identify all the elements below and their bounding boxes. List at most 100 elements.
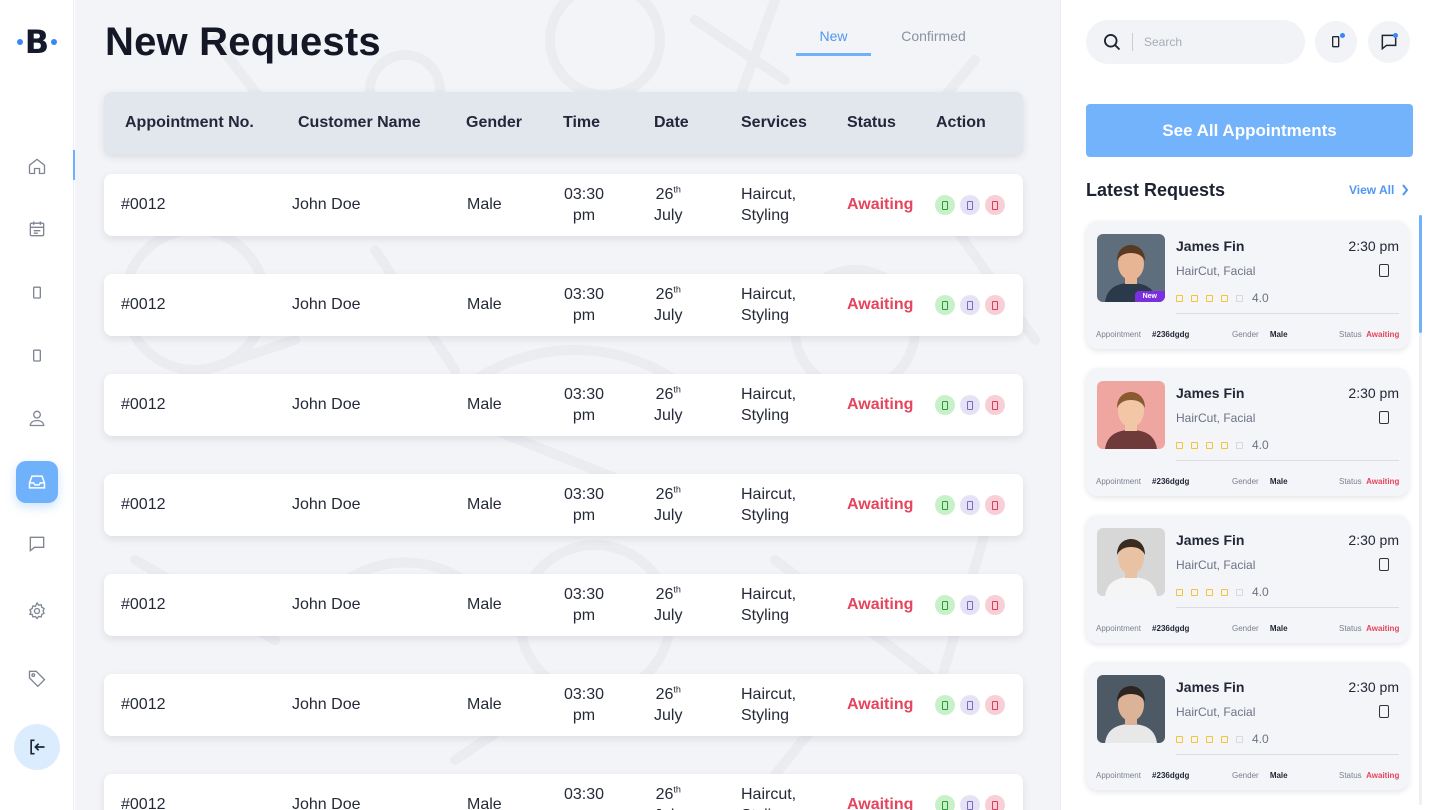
logo-dot-left: [16, 39, 23, 45]
services: Haircut, Styling: [741, 574, 796, 636]
delete-button[interactable]: [985, 395, 1005, 415]
gender: Male: [467, 596, 502, 613]
nav-tablet[interactable]: [16, 335, 58, 377]
gender: Male: [467, 396, 502, 413]
notification-dot: [1340, 33, 1345, 38]
confirm-button[interactable]: [935, 395, 955, 415]
table-row[interactable]: #0012John DoeMale03:30pm26thJulyHaircut,…: [104, 474, 1023, 536]
delete-icon: [992, 400, 998, 410]
tab-new[interactable]: New: [796, 26, 871, 56]
status-cell: Awaiting: [847, 474, 913, 536]
request-card[interactable]: James Fin 2:30 pm HairCut, Facial 4.0 Appoin…: [1086, 515, 1409, 643]
column-appointment-no[interactable]: Appointment No.: [125, 92, 254, 154]
column-action[interactable]: Action: [936, 92, 986, 154]
phone-icon[interactable]: [1379, 411, 1389, 424]
service-1: Haircut,: [741, 386, 797, 403]
date-day: 26th: [656, 784, 681, 805]
divider: [1176, 754, 1399, 755]
table-row[interactable]: #0012John DoeMale03:30pm26thJulyHaircut,…: [104, 574, 1023, 636]
day-number: 26: [655, 586, 674, 603]
appointment-time: 03:30 pm: [564, 374, 604, 436]
star-icon: [1236, 441, 1243, 449]
request-card[interactable]: James Fin 2:30 pm HairCut, Facial 4.0 Appoin…: [1086, 662, 1409, 790]
see-all-appointments-button[interactable]: See All Appointments: [1086, 104, 1413, 157]
edit-button[interactable]: [960, 195, 980, 215]
status-label: Status: [1339, 477, 1362, 486]
delete-button[interactable]: [985, 795, 1005, 810]
nav-settings[interactable]: [16, 590, 58, 632]
delete-button[interactable]: [985, 495, 1005, 515]
table-row[interactable]: #0012John DoeMale03:30pm26thJulyHaircut,…: [104, 374, 1023, 436]
edit-button[interactable]: [960, 395, 980, 415]
appointment-id: #236dgdg: [1152, 330, 1190, 339]
confirm-button[interactable]: [935, 595, 955, 615]
edit-button[interactable]: [960, 795, 980, 810]
messages-button[interactable]: [1368, 21, 1410, 63]
column-date[interactable]: Date: [654, 92, 689, 154]
edit-button[interactable]: [960, 295, 980, 315]
request-card[interactable]: New James Fin 2:30 pm HairCut, Facial 4.0 App…: [1086, 221, 1409, 349]
request-time: 2:30 pm: [1348, 532, 1399, 548]
column-time[interactable]: Time: [563, 92, 600, 154]
date-month: July: [654, 707, 683, 724]
gender-value: Male: [1269, 477, 1288, 486]
confirm-button[interactable]: [935, 295, 955, 315]
confirm-button[interactable]: [935, 495, 955, 515]
delete-icon: [992, 300, 998, 310]
sidebar: B: [0, 0, 75, 810]
date-day: 26th: [656, 184, 681, 205]
nav-calendar[interactable]: [16, 208, 58, 250]
table-row[interactable]: #0012John DoeMale03:30pm26thJulyHaircut,…: [104, 774, 1023, 810]
search-input[interactable]: [1144, 35, 1284, 49]
phone-icon[interactable]: [1379, 264, 1389, 277]
confirm-icon: [942, 500, 948, 510]
scrollbar-thumb[interactable]: [1419, 215, 1422, 333]
table-row[interactable]: #0012John DoeMale03:30pm26thJulyHaircut,…: [104, 674, 1023, 736]
day-suffix: th: [673, 584, 681, 595]
delete-button[interactable]: [985, 595, 1005, 615]
column-services[interactable]: Services: [741, 92, 807, 154]
column-gender[interactable]: Gender: [466, 92, 522, 154]
day-suffix: th: [673, 184, 681, 195]
request-card[interactable]: James Fin 2:30 pm HairCut, Facial 4.0 Appoin…: [1086, 368, 1409, 496]
phone-icon[interactable]: [1379, 705, 1389, 718]
table-row[interactable]: #0012John DoeMale03:30pm26thJulyHaircut,…: [104, 174, 1023, 236]
request-time: 2:30 pm: [1348, 385, 1399, 401]
logout-button[interactable]: [14, 724, 60, 770]
view-all-link[interactable]: View All: [1349, 183, 1409, 197]
table-row[interactable]: #0012John DoeMale03:30pm26thJulyHaircut,…: [104, 274, 1023, 336]
star-icon: [1191, 735, 1198, 743]
nav-user[interactable]: [16, 397, 58, 439]
nav-home[interactable]: [16, 145, 58, 187]
nav-inbox[interactable]: [16, 461, 58, 503]
brand-logo[interactable]: B: [14, 24, 60, 60]
phone-icon[interactable]: [1379, 558, 1389, 571]
column-status[interactable]: Status: [847, 92, 896, 154]
delete-button[interactable]: [985, 695, 1005, 715]
notifications-button[interactable]: [1315, 21, 1357, 63]
gender: Male: [467, 496, 502, 513]
appointment-no: #0012: [121, 796, 166, 810]
nav-tags[interactable]: [16, 657, 58, 699]
day-number: 26: [655, 786, 674, 803]
edit-button[interactable]: [960, 695, 980, 715]
avatar: [1097, 381, 1165, 449]
edit-button[interactable]: [960, 595, 980, 615]
column-customer-name[interactable]: Customer Name: [298, 92, 421, 154]
edit-button[interactable]: [960, 495, 980, 515]
appointment-no: #0012: [121, 696, 166, 713]
nav-phone[interactable]: [16, 272, 58, 314]
confirm-button[interactable]: [935, 695, 955, 715]
nav-chat[interactable]: [16, 523, 58, 565]
confirm-button[interactable]: [935, 795, 955, 810]
tab-confirmed[interactable]: Confirmed: [871, 26, 996, 56]
delete-icon: [992, 700, 998, 710]
gender-label: Gender: [1232, 624, 1259, 633]
gender-info: Gender Male: [1232, 771, 1288, 780]
delete-button[interactable]: [985, 195, 1005, 215]
tablet-icon: [33, 349, 41, 362]
confirm-button[interactable]: [935, 195, 955, 215]
delete-button[interactable]: [985, 295, 1005, 315]
service-1: Haircut,: [741, 486, 797, 503]
search-bar[interactable]: [1086, 20, 1305, 64]
